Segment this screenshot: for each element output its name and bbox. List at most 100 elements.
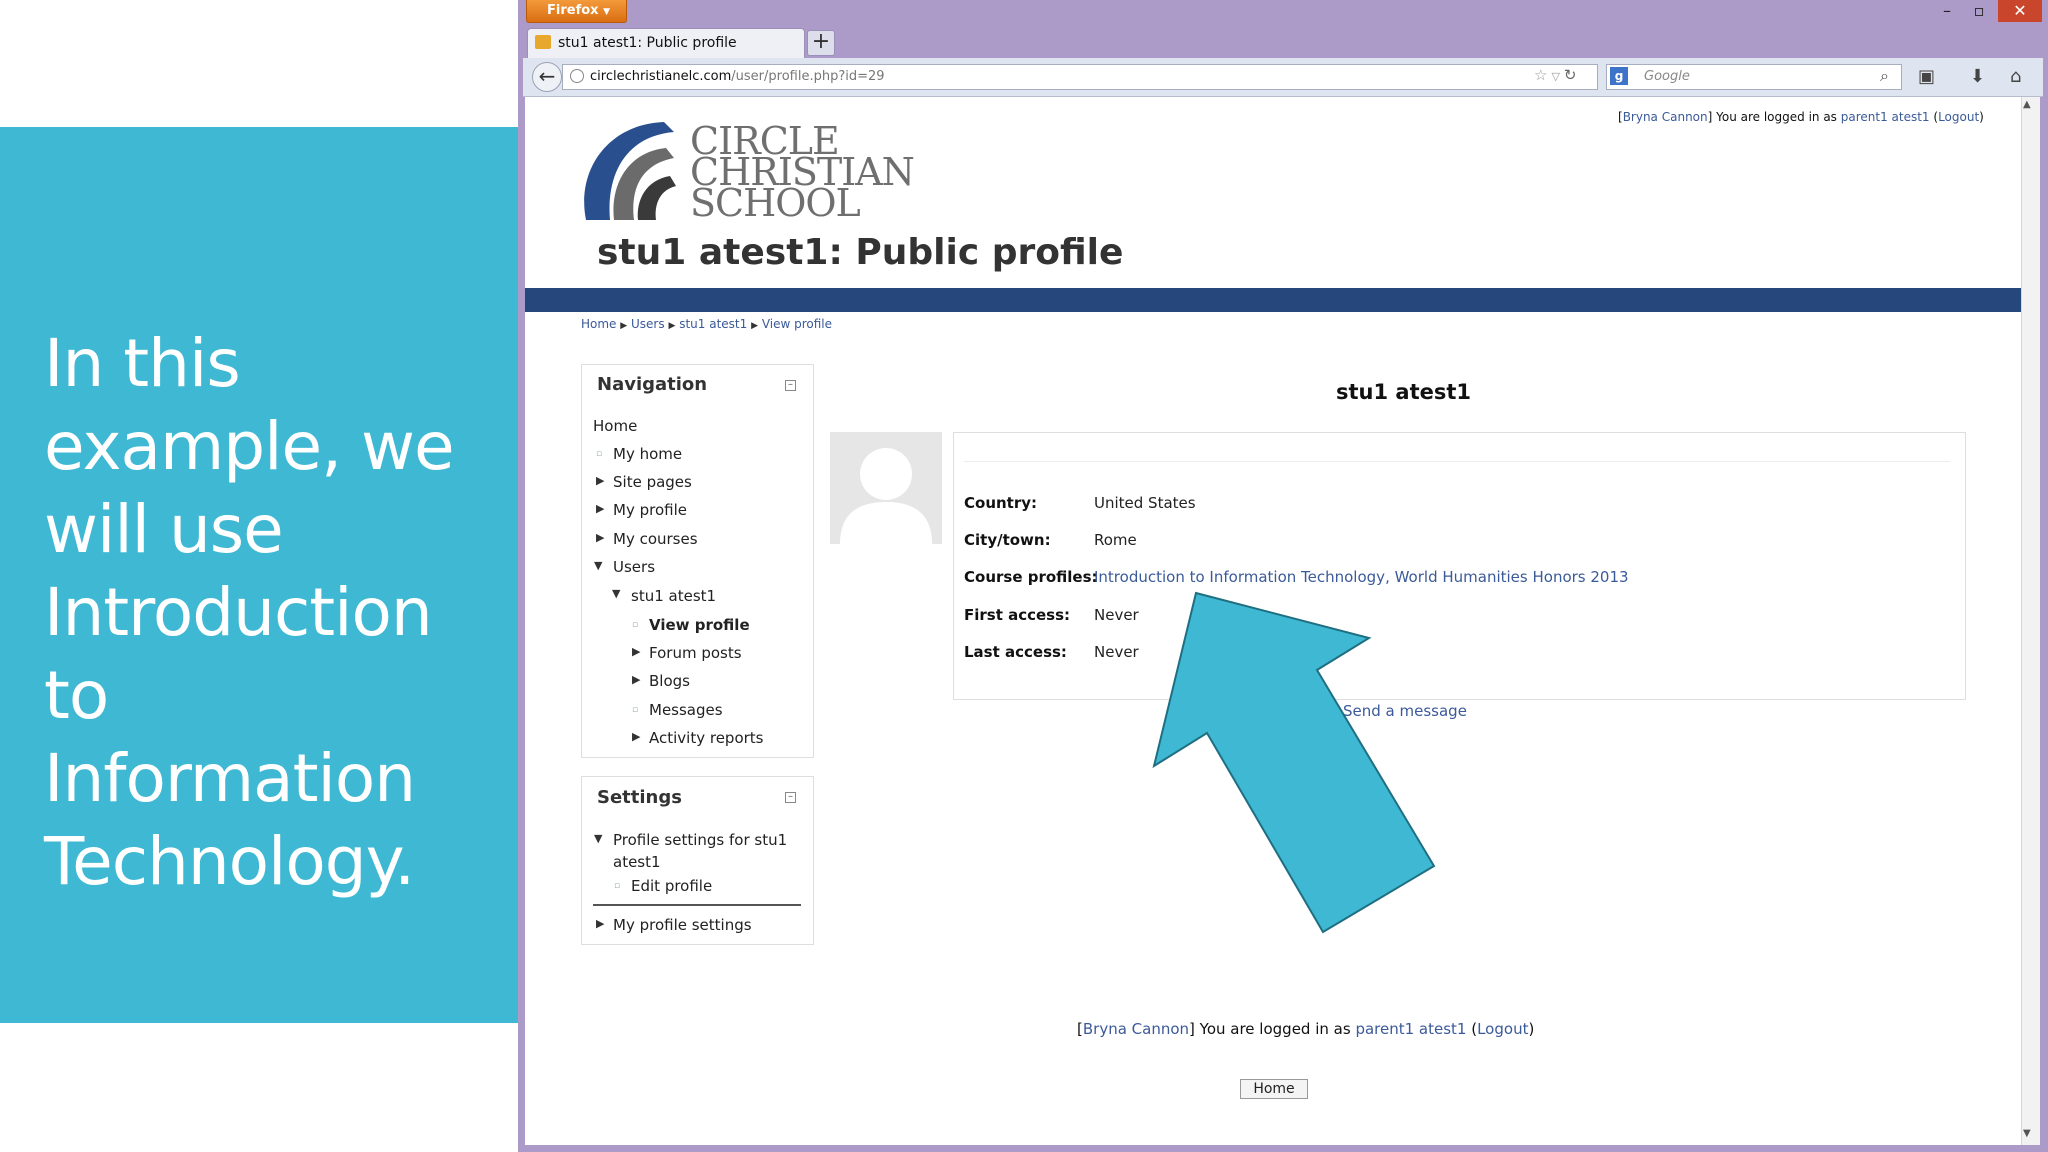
logout-link[interactable]: Logout	[1938, 110, 1979, 124]
bullet-icon: ▫	[632, 620, 639, 630]
collapse-icon[interactable]: ▼	[612, 587, 620, 600]
expand-icon[interactable]: ▶	[596, 474, 604, 487]
breadcrumb-view-profile[interactable]: View profile	[762, 317, 832, 331]
city-value: Rome	[1094, 531, 1137, 549]
settings-my-profile-settings[interactable]: My profile settings	[613, 916, 752, 934]
settings-title: Settings	[597, 787, 682, 808]
expand-icon[interactable]: ▶	[596, 531, 604, 544]
tab-active[interactable]: stu1 atest1: Public profile	[527, 28, 805, 58]
last-access-value: Never	[1094, 643, 1139, 661]
scrollbar[interactable]	[2021, 97, 2040, 1145]
scroll-down-icon[interactable]: ▼	[2023, 1128, 2031, 1139]
expand-icon[interactable]: ▶	[596, 917, 604, 930]
login-text: ] You are logged in as	[1707, 110, 1841, 124]
favicon-icon	[535, 35, 551, 49]
url-path: /user/profile.php?id=29	[731, 69, 885, 84]
google-icon[interactable]: g	[1610, 67, 1628, 85]
slide-line: Information	[44, 740, 416, 817]
nav-blogs[interactable]: Blogs	[649, 672, 690, 690]
new-tab-button[interactable]: +	[807, 30, 835, 56]
collapse-icon[interactable]: ▼	[594, 559, 602, 572]
nav-activity-reports[interactable]: Activity reports	[649, 729, 764, 747]
close-window-button[interactable]: ✕	[1998, 0, 2042, 22]
breadcrumb-home[interactable]: Home	[581, 317, 616, 331]
firefox-menu-label: Firefox	[547, 3, 599, 18]
nav-my-courses[interactable]: My courses	[613, 530, 698, 548]
paren-open: (	[1929, 110, 1939, 124]
expand-icon[interactable]: ▶	[632, 673, 640, 686]
expand-icon[interactable]: ▶	[596, 502, 604, 515]
school-logo-text: CIRCLE CHRISTIAN SCHOOL	[690, 122, 915, 222]
chevron-down-icon: ▼	[603, 7, 610, 17]
first-access-label: First access:	[964, 606, 1071, 624]
globe-icon	[570, 69, 584, 83]
footer-login-info: [Bryna Cannon] You are logged in as pare…	[1077, 1020, 1534, 1038]
nav-my-profile[interactable]: My profile	[613, 501, 687, 519]
search-placeholder: Google	[1644, 69, 1690, 84]
tab-title: stu1 atest1: Public profile	[558, 35, 737, 51]
expand-icon[interactable]: ▶	[632, 645, 640, 658]
profile-settings-line: atest1	[613, 853, 661, 871]
country-value: United States	[1094, 494, 1196, 512]
settings-profile-settings[interactable]: Profile settings for stu1 atest1	[613, 829, 787, 873]
search-icon[interactable]: ⌕	[1880, 66, 1889, 86]
slide-line: In this	[44, 325, 241, 402]
paren-close: )	[1528, 1020, 1535, 1038]
footer-logged-in-as-link[interactable]: parent1 atest1	[1355, 1020, 1466, 1038]
country-label: Country:	[964, 494, 1038, 512]
breadcrumb-separator: ▶	[620, 321, 628, 331]
nav-user-stu1[interactable]: stu1 atest1	[631, 587, 716, 605]
back-button[interactable]: ←	[532, 62, 562, 92]
nav-users[interactable]: Users	[613, 558, 655, 576]
nav-messages[interactable]: Messages	[649, 701, 723, 719]
first-access-value: Never	[1094, 606, 1139, 624]
download-icon[interactable]: ⬇	[1970, 66, 1985, 87]
screenshot-icon[interactable]: ▣	[1918, 66, 1935, 87]
avatar	[830, 432, 942, 544]
paren-close: )	[1979, 110, 1984, 124]
dropdown-icon[interactable]: ▽	[1551, 70, 1563, 83]
user-avatar-icon	[840, 448, 932, 544]
footer-logout-link[interactable]: Logout	[1477, 1020, 1528, 1038]
course-profiles-label: Course profiles:	[964, 568, 1098, 586]
header-login-info: [Bryna Cannon] You are logged in as pare…	[1618, 110, 1984, 124]
collapse-icon[interactable]: ▼	[594, 832, 602, 845]
paren-open: (	[1466, 1020, 1478, 1038]
nav-forum-posts[interactable]: Forum posts	[649, 644, 742, 662]
breadcrumb-separator: ▶	[668, 321, 676, 331]
nav-home[interactable]: Home	[593, 417, 637, 435]
footer-login-user-link[interactable]: Bryna Cannon	[1083, 1020, 1189, 1038]
collapse-block-icon[interactable]: –	[785, 380, 796, 391]
page-title: stu1 atest1: Public profile	[597, 232, 1124, 273]
city-label: City/town:	[964, 531, 1051, 549]
logged-in-as-link[interactable]: parent1 atest1	[1841, 110, 1930, 124]
settings-edit-profile[interactable]: Edit profile	[631, 877, 712, 895]
maximize-button[interactable]: ▫	[1960, 0, 1998, 22]
course-link-world-humanities[interactable]: World Humanities Honors 2013	[1395, 568, 1629, 586]
annotation-arrow-icon	[1152, 591, 1436, 934]
course-link-intro-it[interactable]: Introduction to Information Technology	[1094, 568, 1385, 586]
nav-view-profile[interactable]: View profile	[649, 616, 750, 634]
collapse-block-icon[interactable]: –	[785, 792, 796, 803]
school-logo-icon	[584, 122, 676, 220]
login-user-link[interactable]: Bryna Cannon	[1623, 110, 1708, 124]
home-button[interactable]: Home	[1240, 1079, 1308, 1099]
home-icon[interactable]: ⌂	[2010, 66, 2021, 87]
breadcrumb-user[interactable]: stu1 atest1	[679, 317, 747, 331]
url-text: circlechristianelc.com/user/profile.php?…	[590, 69, 885, 84]
slide-line: Technology.	[44, 823, 415, 900]
course-separator: ,	[1385, 568, 1395, 586]
expand-icon[interactable]: ▶	[632, 730, 640, 743]
breadcrumb-users[interactable]: Users	[631, 317, 665, 331]
bookmark-star-icon[interactable]: ☆	[1534, 66, 1551, 84]
firefox-menu-button[interactable]: Firefox ▼	[526, 0, 627, 23]
reload-icon[interactable]: ↻	[1564, 66, 1581, 84]
scroll-up-icon[interactable]: ▲	[2023, 99, 2031, 110]
profile-separator	[964, 461, 1950, 462]
url-host: circlechristianelc.com	[590, 69, 732, 84]
header-band	[525, 288, 2021, 312]
nav-site-pages[interactable]: Site pages	[613, 473, 692, 491]
profile-settings-line: Profile settings for stu1	[613, 831, 788, 849]
slide-line: will use	[44, 491, 284, 568]
nav-my-home[interactable]: My home	[613, 445, 682, 463]
